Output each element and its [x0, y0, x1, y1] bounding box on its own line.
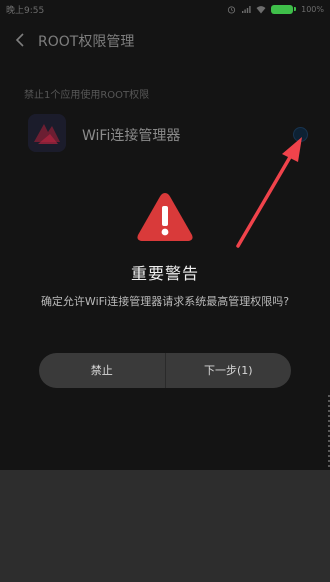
dialog-button-bar: 禁止 下一步(1)	[39, 353, 291, 388]
status-time: 晚上9:55	[6, 6, 45, 16]
page-title: ROOT权限管理	[38, 34, 135, 50]
back-button[interactable]	[10, 30, 30, 50]
section-caption: 禁止1个应用使用ROOT权限	[24, 90, 150, 101]
status-icons: 100%	[227, 3, 324, 15]
signal-icon	[242, 5, 251, 13]
battery-percent: 100%	[301, 4, 324, 14]
battery-icon	[271, 4, 294, 14]
app-list-item[interactable]: WiFi连接管理器	[0, 108, 330, 160]
deny-button[interactable]: 禁止	[39, 353, 165, 388]
dialog-message: 确定允许WiFi连接管理器请求系统最高管理权限吗?	[40, 295, 290, 308]
wifi-icon	[256, 5, 266, 13]
status-bar: 晚上9:55 100%	[0, 0, 330, 18]
next-step-button[interactable]: 下一步(1)	[166, 353, 292, 388]
dialog-title: 重要警告	[130, 264, 199, 283]
root-toggle[interactable]	[293, 127, 308, 142]
app-header: ROOT权限管理	[0, 24, 330, 56]
warning-icon	[137, 193, 193, 241]
chevron-left-icon	[15, 33, 24, 47]
warning-dialog: 重要警告 确定允许WiFi连接管理器请求系统最高管理权限吗? 禁止 下一步(1)	[0, 180, 330, 582]
app-name: WiFi连接管理器	[82, 128, 181, 144]
wifi-manager-app-icon	[28, 114, 66, 152]
battery-tip	[294, 7, 297, 11]
alarm-icon	[228, 5, 236, 14]
